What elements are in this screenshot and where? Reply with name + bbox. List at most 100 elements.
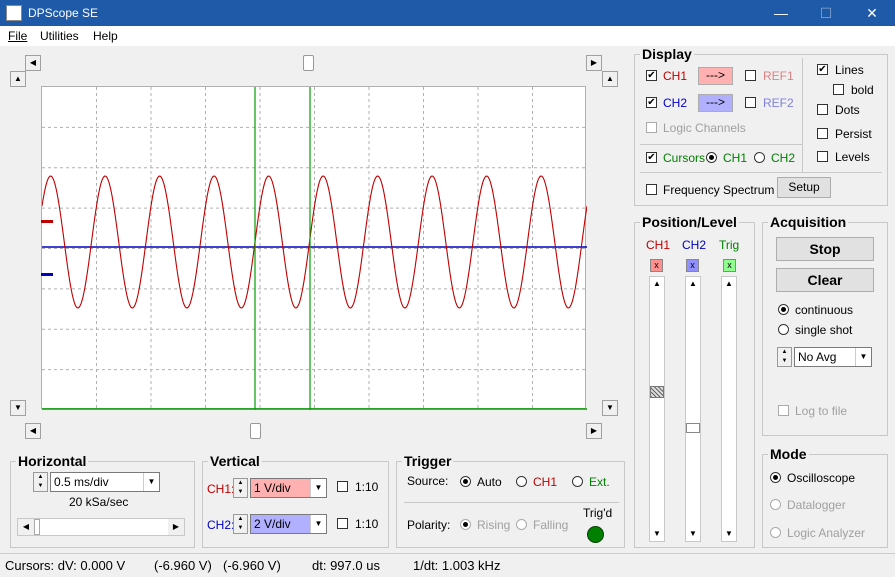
ch1-reset-button[interactable]: x — [650, 259, 663, 272]
polarity-rising-radio[interactable] — [460, 519, 471, 530]
mode-title: Mode — [768, 446, 809, 462]
menu-help[interactable]: Help — [93, 29, 118, 43]
horizontal-position-slider[interactable] — [17, 518, 185, 536]
display-divider-h1 — [640, 144, 802, 145]
levels-checkbox[interactable] — [817, 151, 828, 162]
bold-label: bold — [851, 83, 874, 97]
timebase-spinner[interactable]: ▲ ▼ — [33, 472, 48, 492]
ch2-position-slider[interactable] — [685, 276, 701, 542]
ch2-vdiv-spinner[interactable]: ▲ ▼ — [233, 514, 248, 534]
ch1-slider-thumb[interactable] — [650, 386, 664, 398]
left-scroll-down-button[interactable]: ▼ — [10, 400, 26, 416]
persist-checkbox[interactable] — [817, 128, 828, 139]
polarity-falling-radio[interactable] — [516, 519, 527, 530]
right-scroll-up-button[interactable]: ▲ — [602, 71, 618, 87]
ch2-vdiv-value: 2 V/div — [254, 517, 291, 531]
logic-channels-checkbox[interactable] — [646, 122, 657, 133]
datalogger-radio[interactable] — [770, 499, 781, 510]
averaging-dropdown[interactable]: No Avg ▼ — [794, 347, 872, 367]
trig-slider-down[interactable]: ▼ — [722, 527, 736, 541]
position-level-title: Position/Level — [640, 214, 739, 230]
horizontal-title: Horizontal — [16, 453, 89, 469]
trigger-divider — [404, 502, 619, 503]
status-frequency: 1/dt: 1.003 kHz — [413, 558, 501, 573]
bold-checkbox[interactable] — [833, 84, 844, 95]
pos-ch1-label: CH1 — [646, 238, 671, 252]
ref2-checkbox[interactable] — [745, 97, 756, 108]
scroll-right-top-button[interactable]: ▶ — [586, 55, 602, 71]
maximize-button[interactable]: ☐ — [803, 0, 849, 26]
continuous-radio[interactable] — [778, 304, 789, 315]
trig-reset-button[interactable]: x — [723, 259, 736, 272]
setup-button[interactable]: Setup — [777, 177, 831, 198]
oscilloscope-radio[interactable] — [770, 472, 781, 483]
close-button[interactable]: ✕ — [849, 0, 895, 26]
hpos-left-button[interactable]: ◀ — [18, 519, 34, 535]
cursors-checkbox[interactable]: ✔ — [646, 152, 657, 163]
trigger-ext-radio[interactable] — [572, 476, 583, 487]
right-scroll-down-button[interactable]: ▼ — [602, 400, 618, 416]
ch1-vdiv-label: CH1: — [207, 482, 235, 496]
persist-label: Persist — [835, 127, 872, 141]
ch2-display-checkbox[interactable]: ✔ — [646, 97, 657, 108]
ch1-slider-down[interactable]: ▼ — [650, 527, 664, 541]
bottom-scroll-thumb[interactable] — [250, 423, 261, 439]
hpos-right-button[interactable]: ▶ — [168, 519, 184, 535]
ch2-slider-up[interactable]: ▲ — [686, 277, 700, 291]
trigger-auto-radio[interactable] — [460, 476, 471, 487]
top-scroll-thumb[interactable] — [303, 55, 314, 71]
hpos-thumb[interactable] — [34, 519, 40, 535]
trigger-ch1-radio[interactable] — [516, 476, 527, 487]
ch2-ref-copy-button[interactable]: ---> — [698, 94, 733, 112]
trig-slider-up[interactable]: ▲ — [722, 277, 736, 291]
ch1-vdiv-dropdown[interactable]: 1 V/div ▼ — [250, 478, 327, 498]
ch1-ref-copy-button[interactable]: ---> — [698, 67, 733, 85]
ch1-probe-label: 1:10 — [355, 480, 379, 494]
left-scroll-up-button[interactable]: ▲ — [10, 71, 26, 87]
minimize-button[interactable]: — — [758, 0, 804, 26]
timebase-dropdown[interactable]: 0.5 ms/div ▼ — [50, 472, 160, 492]
ch1-position-slider[interactable] — [649, 276, 665, 542]
ch2-display-label: CH2 — [663, 96, 688, 110]
scope-screen[interactable] — [41, 86, 587, 410]
menu-utilities[interactable]: Utilities — [40, 29, 79, 43]
trig-position-slider[interactable] — [721, 276, 737, 542]
ch2-reset-button[interactable]: x — [686, 259, 699, 272]
clear-button[interactable]: Clear — [776, 268, 874, 292]
lines-checkbox[interactable]: ✔ — [817, 64, 828, 75]
chevron-down-icon: ▼ — [143, 473, 159, 491]
log-to-file-checkbox[interactable] — [778, 405, 789, 416]
scroll-left-top-button[interactable]: ◀ — [25, 55, 41, 71]
logic-analyzer-radio[interactable] — [770, 527, 781, 538]
ch2-slider-thumb[interactable] — [686, 423, 700, 433]
cursor-ch1-radio[interactable] — [706, 152, 717, 163]
cursor-ch1-label: CH1 — [723, 151, 748, 165]
bottom-scroll-track[interactable] — [41, 423, 586, 439]
polarity-falling-label: Falling — [533, 518, 569, 532]
ch2-vdiv-dropdown[interactable]: 2 V/div ▼ — [250, 514, 327, 534]
trigger-auto-label: Auto — [477, 475, 502, 489]
stop-button[interactable]: Stop — [776, 237, 874, 261]
ch2-probe-checkbox[interactable] — [337, 518, 348, 529]
avg-spinner[interactable]: ▲ ▼ — [777, 347, 792, 367]
menu-file[interactable]: File — [8, 29, 27, 43]
frequency-spectrum-checkbox[interactable] — [646, 184, 657, 195]
ch1-display-checkbox[interactable]: ✔ — [646, 70, 657, 81]
levels-label: Levels — [835, 150, 870, 164]
logic-analyzer-label: Logic Analyzer — [787, 526, 866, 540]
status-cursor-v1: (-6.960 V) — [154, 558, 212, 573]
single-shot-radio[interactable] — [778, 324, 789, 335]
dots-checkbox[interactable] — [817, 104, 828, 115]
ch1-vdiv-spinner[interactable]: ▲ ▼ — [233, 478, 248, 498]
ch1-slider-up[interactable]: ▲ — [650, 277, 664, 291]
acquisition-title: Acquisition — [768, 214, 849, 230]
ch1-probe-checkbox[interactable] — [337, 481, 348, 492]
scroll-right-bottom-button[interactable]: ▶ — [586, 423, 602, 439]
logic-channels-label: Logic Channels — [663, 121, 746, 135]
cursor-ch2-radio[interactable] — [754, 152, 765, 163]
trigd-indicator-icon — [587, 526, 604, 543]
dots-label: Dots — [835, 103, 860, 117]
ref1-checkbox[interactable] — [745, 70, 756, 81]
ch2-slider-down[interactable]: ▼ — [686, 527, 700, 541]
scroll-left-bottom-button[interactable]: ◀ — [25, 423, 41, 439]
